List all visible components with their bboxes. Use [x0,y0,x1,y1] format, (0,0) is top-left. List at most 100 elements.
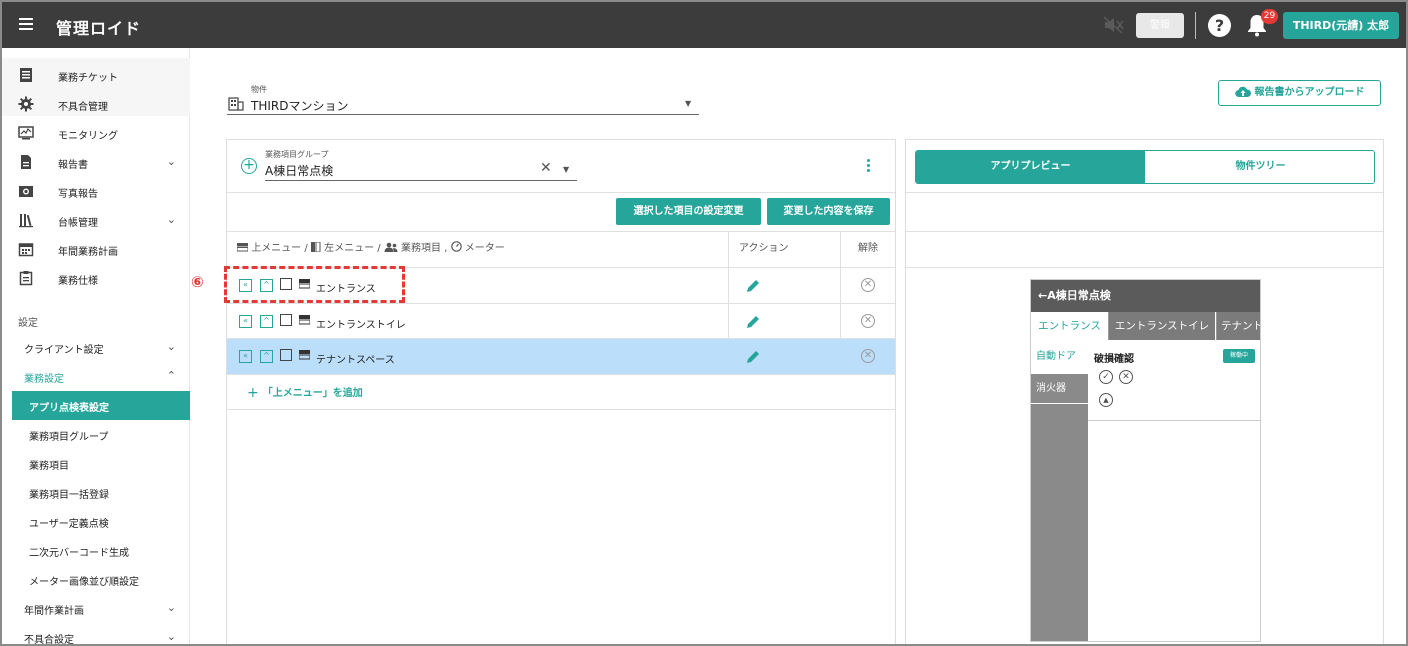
user-menu-button[interactable]: THIRD(元請) 太郎 [1283,12,1399,39]
sidebar-item-annual-plan[interactable]: 年間業務計画 [2,235,190,264]
item-group-select[interactable]: A棟日常点検 [265,162,333,179]
upload-from-report-button[interactable]: 報告書からアップロード [1218,80,1381,106]
sidebar-item-label: アプリ点検表設定 [29,403,109,414]
move-up-icon[interactable]: ^ [260,350,273,363]
dropdown-caret-icon[interactable]: ▼ [563,165,569,174]
plus-icon: + [247,385,259,401]
sidebar-item-meter-image-order[interactable]: メーター画像並び順設定 [12,565,190,594]
sound-off-icon[interactable] [1102,16,1124,34]
chevron-down-icon: ⌄ [166,155,176,168]
sidebar-item-items[interactable]: 業務項目 [12,449,190,478]
app-window: 管理ロイド 警報 ? 29 THIRD(元請) 太郎 業務チケット 不具合管理 [0,0,1408,646]
divider [227,192,895,193]
sidebar-item-defects[interactable]: 不具合管理 [2,90,190,119]
sidebar-item-app-checklist-settings[interactable]: アプリ点検表設定 [12,391,190,420]
sidebar-item-label: メーター画像並び順設定 [29,577,139,588]
property-select[interactable]: THIRDマンション [251,97,348,114]
sidebar-item-label: 業務項目グループ [29,432,109,443]
sidebar-item-label: 業務チケット [58,73,118,84]
sidebar-item-label: 業務設定 [24,374,64,385]
header-meter-label: メーター [464,243,505,254]
triangle-circle-icon[interactable]: ▲ [1099,393,1113,407]
preview-tab-tenant[interactable]: テナント [1216,312,1260,340]
item-group-label: 業務項目グループ [265,150,329,159]
check-circle-icon[interactable]: ✓ [1099,370,1113,384]
clear-icon[interactable]: ✕ [540,160,552,176]
sidebar-item-defect-settings[interactable]: 不具合設定 ⌄ [2,623,190,644]
sidebar-item-client-settings[interactable]: クライアント設定 ⌄ [2,333,190,362]
sidebar-item-label: 不具合管理 [58,102,108,113]
clipboard-icon [19,271,33,286]
sidebar-item-qr-generate[interactable]: 二次元バーコード生成 [12,536,190,565]
move-top-icon[interactable]: « [239,315,252,328]
add-circle-icon[interactable]: + [241,158,257,174]
remove-circle-icon[interactable]: ✕ [861,349,875,363]
sidebar-item-ledger[interactable]: 台帳管理 ⌄ [2,206,190,235]
sidebar-item-label: 報告書 [58,160,88,171]
help-icon[interactable]: ? [1208,14,1231,37]
tab-app-preview[interactable]: アプリプレビュー [916,151,1145,183]
table-row-selected[interactable]: « ^ テナントスペース ✕ [227,339,895,374]
more-vert-icon[interactable] [865,158,871,174]
app-preview-screen: ←A棟日常点検 エントランス エントランストイレ テナント 自動ドア 消火器 破… [1030,279,1261,642]
table-row[interactable]: « ^ エントランストイレ ✕ [227,304,895,339]
chevron-down-icon: ⌄ [166,601,176,614]
header-left-menu-label: 左メニュー [324,243,375,254]
upload-button-label: 報告書からアップロード [1254,87,1365,98]
preview-panel: アプリプレビュー 物件ツリー ←A棟日常点検 エントランス エントランストイレ … [905,139,1384,644]
sidebar-item-reports[interactable]: 報告書 ⌄ [2,148,190,177]
dropdown-caret-icon[interactable]: ▼ [685,99,691,108]
sidebar-item-item-groups[interactable]: 業務項目グループ [12,420,190,449]
move-up-icon[interactable]: ^ [260,315,273,328]
sidebar-item-photo-report[interactable]: 写真報告 [2,177,190,206]
row-checkbox[interactable] [280,314,292,326]
change-selected-settings-button[interactable]: 選択した項目の設定変更 [616,198,761,225]
sidebar-item-tickets[interactable]: 業務チケット [2,61,190,90]
highlight-annotation-box [224,266,405,303]
sidebar-item-user-defined-check[interactable]: ユーザー定義点検 [12,507,190,536]
add-top-menu-label: 「上メニュー」を追加 [262,388,363,399]
remove-circle-icon[interactable]: ✕ [861,278,875,292]
sidebar-item-business-settings[interactable]: 業務設定 ⌃ [2,362,190,391]
meter-icon [450,241,462,252]
edit-pencil-icon[interactable] [745,349,761,365]
remove-circle-icon[interactable]: ✕ [861,314,875,328]
sidebar-item-monitoring[interactable]: モニタリング [2,119,190,148]
cross-circle-icon[interactable]: ✕ [1119,370,1133,384]
cloud-upload-icon [1234,86,1251,98]
preview-tab-entrance-toilet[interactable]: エントランストイレ [1108,312,1215,340]
sidebar-item-bulk-register[interactable]: 業務項目一括登録 [12,478,190,507]
alarm-button[interactable]: 警報 [1136,13,1184,38]
chevron-down-icon: ⌄ [166,213,176,226]
add-top-menu-button[interactable]: + 「上メニュー」を追加 [247,384,363,401]
edit-pencil-icon[interactable] [745,278,761,294]
sidebar-item-label: 台帳管理 [58,218,98,229]
top-menu-icon [236,243,249,252]
sidebar-item-label: モニタリング [58,131,118,142]
sidebar-item-annual-work-plan[interactable]: 年間作業計画 ⌄ [2,594,190,623]
property-label: 物件 [251,85,267,94]
notifications-button[interactable]: 29 [1246,9,1278,39]
step-number-badge: ⑥ [191,273,204,291]
row-checkbox[interactable] [280,349,292,361]
preview-tab-entrance[interactable]: エントランス [1031,312,1108,340]
preview-left-item-extinguisher[interactable]: 消火器 [1031,374,1088,404]
monitor-icon [18,126,34,140]
hamburger-menu-icon[interactable] [16,15,36,35]
menu-editor-panel: + 業務項目グループ A棟日常点検 ✕ ▼ 選択した項目の設定変更 変更した内容… [226,139,896,644]
preview-left-item-auto-door[interactable]: 自動ドア [1031,340,1088,374]
header-top-menu-label: 上メニュー [251,243,302,254]
property-underline [227,114,699,115]
column-header-path: 上メニュー / 左メニュー / 業務項目 , メーター [236,231,505,267]
tab-property-tree[interactable]: 物件ツリー [1145,151,1374,183]
top-menu-icon [299,350,310,360]
edit-pencil-icon[interactable] [745,314,761,330]
sidebar: 業務チケット 不具合管理 モニタリング 報告書 ⌄ 写真報告 台帳管理 ⌄ 年間… [2,48,190,644]
row-name: テナントスペース [316,355,395,366]
sidebar-item-specs[interactable]: 業務仕様 [2,264,190,293]
save-changes-button[interactable]: 変更した内容を保存 [767,198,890,225]
move-top-icon[interactable]: « [239,350,252,363]
preview-header[interactable]: ←A棟日常点検 [1031,280,1260,312]
ledger-icon [19,214,33,228]
sidebar-item-label: 業務仕様 [58,276,98,287]
